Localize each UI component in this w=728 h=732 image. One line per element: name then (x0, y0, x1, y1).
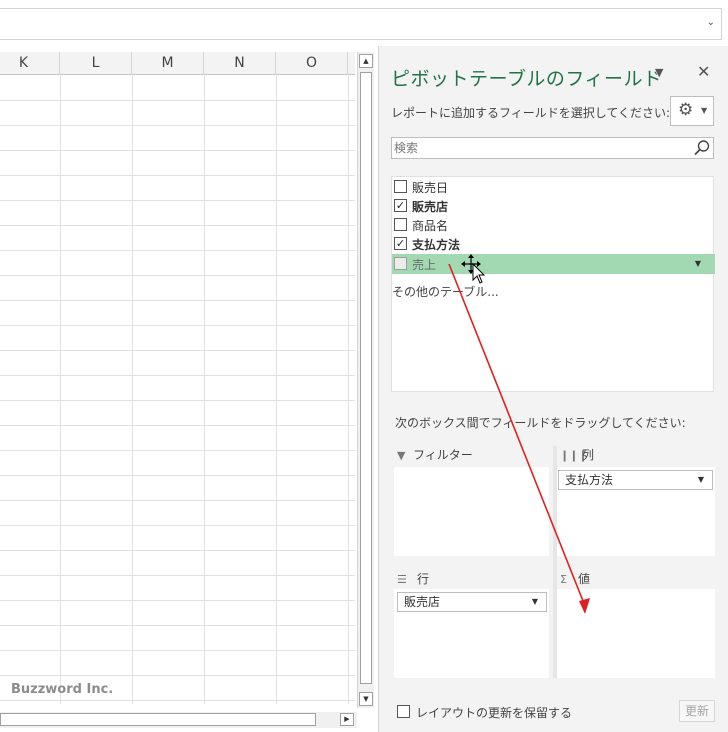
pane-options-chevron-icon[interactable]: ▼ (655, 66, 663, 79)
columns-drop-area[interactable]: 支払方法 ▼ (555, 467, 715, 556)
column-header-o[interactable]: O (276, 52, 348, 75)
scrollbar-thumb[interactable] (360, 72, 372, 684)
filters-drop-area[interactable] (394, 467, 549, 556)
chevron-down-icon: ▼ (701, 106, 708, 115)
search-input[interactable] (392, 138, 682, 158)
field-instruction: レポートに追加するフィールドを選択してください: (391, 106, 671, 120)
field-label: 商品名 (412, 219, 449, 233)
field-checkbox[interactable] (394, 218, 407, 231)
column-header-l[interactable]: L (60, 52, 132, 75)
values-area-label: 値 (578, 572, 591, 586)
column-headers: K L M N O (0, 52, 355, 75)
vertical-scrollbar[interactable]: ▲ ▼ (357, 52, 374, 708)
column-divider (60, 76, 61, 704)
field-checkbox[interactable] (394, 180, 407, 193)
rows-drop-area[interactable]: 販売店 ▼ (394, 589, 549, 678)
chevron-down-icon[interactable]: ▼ (698, 471, 704, 489)
filters-area-header: ▼ フィルター (397, 446, 473, 468)
rows-icon: ☰ (397, 573, 407, 586)
horizontal-scrollbar[interactable]: ▶ (0, 712, 357, 728)
chevron-down-icon[interactable]: ▼ (532, 593, 538, 611)
field-item-hanbaiten[interactable]: ✓ 販売店 (392, 196, 715, 216)
chevron-down-icon[interactable]: ▼ (695, 259, 701, 268)
columns-area-label: 列 (582, 448, 595, 462)
gear-icon: ⚙ (678, 100, 694, 120)
values-drop-area[interactable] (555, 589, 715, 678)
column-field-chip[interactable]: 支払方法 ▼ (558, 470, 713, 490)
column-header-m[interactable]: M (132, 52, 204, 75)
scroll-down-icon[interactable]: ▼ (359, 692, 373, 706)
column-divider (276, 76, 277, 704)
pane-title: ピボットテーブルのフィールド (391, 68, 663, 90)
scroll-right-icon[interactable]: ▶ (340, 713, 354, 726)
defer-update-label: レイアウトの更新を保留する (416, 706, 573, 720)
field-checkbox[interactable]: ✓ (394, 199, 407, 212)
field-item-shiharaihoho[interactable]: ✓ 支払方法 (392, 234, 715, 254)
column-divider (132, 76, 133, 704)
spreadsheet-grid[interactable]: K L M N O (0, 52, 355, 704)
tools-button[interactable]: ⚙ ▼ (670, 96, 714, 126)
watermark-text: Buzzword Inc. (11, 682, 114, 697)
field-item-shohinmei[interactable]: 商品名 (392, 215, 715, 235)
field-label: 支払方法 (412, 238, 461, 252)
field-item-uriage[interactable]: 売上 ▼ (392, 254, 715, 274)
drag-instruction: 次のボックス間でフィールドをドラッグしてください: (395, 416, 686, 430)
chip-label: 支払方法 (565, 473, 614, 487)
field-list: 販売日 ✓ 販売店 商品名 ✓ 支払方法 売上 ▼ その他のテーブル... (391, 176, 715, 392)
rows-area-label: 行 (417, 572, 430, 586)
filters-area-label: フィルター (413, 448, 473, 462)
field-checkbox[interactable] (394, 257, 407, 270)
close-icon[interactable]: ✕ (697, 62, 710, 81)
column-divider (348, 76, 349, 704)
area-divider (553, 446, 557, 678)
scrollbar-thumb[interactable] (0, 713, 316, 726)
chevron-down-icon[interactable]: ⌄ (707, 17, 715, 28)
field-label: 売上 (412, 258, 437, 272)
field-checkbox[interactable]: ✓ (394, 237, 407, 250)
column-header-k[interactable]: K (0, 52, 60, 75)
search-icon[interactable] (693, 139, 711, 157)
search-field[interactable] (391, 137, 714, 159)
cell-area[interactable] (0, 76, 355, 704)
column-divider (204, 76, 205, 704)
column-header-n[interactable]: N (204, 52, 276, 75)
sigma-icon: Σ (560, 573, 567, 586)
formula-bar[interactable]: ⌄ (0, 8, 722, 40)
chip-label: 販売店 (404, 595, 441, 609)
pivot-fields-pane: ピボットテーブルのフィールド ▼ ✕ レポートに追加するフィールドを選択してくだ… (378, 46, 728, 732)
more-tables-link[interactable]: その他のテーブル... (392, 283, 499, 300)
update-button[interactable]: 更新 (679, 700, 715, 722)
filter-icon: ▼ (397, 449, 406, 462)
field-item-hanbaibi[interactable]: 販売日 (392, 177, 715, 197)
scroll-up-icon[interactable]: ▲ (359, 54, 373, 68)
field-label: 販売店 (412, 200, 449, 214)
defer-update-checkbox[interactable] (397, 705, 410, 718)
row-field-chip[interactable]: 販売店 ▼ (397, 592, 547, 612)
columns-area-header: ❙❙❙列 (560, 446, 594, 468)
columns-icon: ❙❙❙ (560, 449, 588, 462)
field-label: 販売日 (412, 181, 449, 195)
